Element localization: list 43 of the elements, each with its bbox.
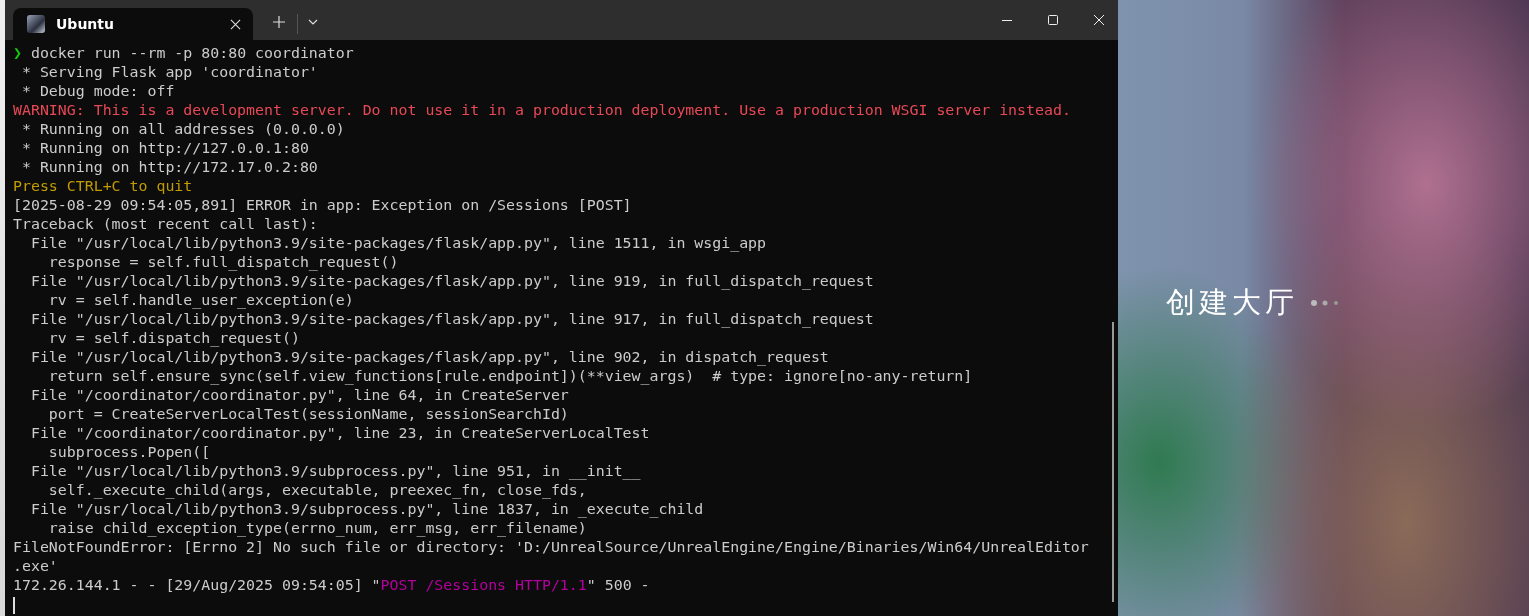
terminal-text: Press CTRL+C to quit: [13, 177, 193, 195]
status-text: 创建大厅: [1166, 284, 1298, 321]
text-cursor: [13, 596, 15, 614]
scrollbar[interactable]: [1112, 322, 1114, 602]
terminal-text: response = self.full_dispatch_request(): [47, 253, 399, 271]
terminal-text: File "/usr/local/lib/python3.9/site-packages/flask/app.py", line 902, in dispatch_request: [29, 348, 829, 366]
terminal-text: File "/coordinator/coordinator.py", line 23, in CreateServerLocalTest: [29, 424, 650, 442]
terminal-text: * Running on http://127.0.0.1:80: [20, 139, 309, 157]
terminal-text: * Running on all addresses (0.0.0.0): [20, 120, 345, 138]
terminal-text: 172.26.144.1 - - [29/Aug/2025 09:54:05] ": [13, 576, 381, 594]
terminal-text: * Debug mode: off: [20, 82, 175, 100]
terminal-text: Traceback (most recent call last):: [13, 215, 318, 233]
close-tab-icon[interactable]: [230, 18, 241, 30]
terminal-text: subprocess.Popen([: [47, 443, 211, 461]
terminal-text: File "/coordinator/coordinator.py", line 64, in CreateServer: [29, 386, 569, 404]
loading-dots-icon: [1310, 298, 1340, 308]
terminal-text: [2025-08-29 09:54:05,891] ERROR in app: Exception on /Sessions [POST]: [13, 196, 632, 214]
terminal-text: port = CreateServerLocalTest(sessionName, sessionSearchId): [47, 405, 569, 423]
terminal-text: * Serving Flask app 'coordinator': [20, 63, 318, 81]
new-tab-icon[interactable]: [273, 16, 285, 28]
terminal-text: docker run --rm -p 80:80 coordinator: [29, 44, 354, 62]
profile-icon: [27, 15, 45, 33]
terminal-text: FileNotFoundError: [Errno 2] No such file or directory: 'D:/UnrealSource/UnrealEngine/Engine/Binaries/Win64/UnrealEditor: [13, 538, 1089, 556]
terminal-text: " 500 -: [586, 576, 650, 594]
terminal-text: raise child_exception_type(errno_num, err_msg, err_filename): [47, 519, 587, 537]
terminal-text: self._execute_child(args, executable, preexec_fn, close_fds,: [47, 481, 587, 499]
terminal-tab[interactable]: Ubuntu: [13, 8, 253, 40]
terminal-text: rv = self.dispatch_request(): [47, 329, 300, 347]
terminal-text: POST /Sessions HTTP/1.1: [380, 576, 587, 594]
terminal-text: File "/usr/local/lib/python3.9/subprocess.py", line 951, in __init__: [29, 462, 641, 480]
terminal-text: .exe': [13, 557, 58, 575]
maximize-icon[interactable]: [1047, 14, 1059, 26]
close-icon[interactable]: [1093, 14, 1105, 26]
prompt-symbol: ❯: [13, 44, 22, 62]
chevron-down-icon[interactable]: [308, 19, 318, 25]
terminal-text: File "/usr/local/lib/python3.9/site-packages/flask/app.py", line 919, in full_dispatch_request: [29, 272, 874, 290]
terminal-text: WARNING: This is a development server. Do not use it in a production deployment. Use a production WSGI server instead.: [13, 101, 1071, 119]
terminal-text: File "/usr/local/lib/python3.9/subprocess.py", line 1837, in _execute_child: [29, 500, 704, 518]
terminal-text: File "/usr/local/lib/python3.9/site-packages/flask/app.py", line 917, in full_dispatch_request: [29, 310, 874, 328]
terminal-text: File "/usr/local/lib/python3.9/site-packages/flask/app.py", line 1511, in wsgi_app: [29, 234, 767, 252]
terminal-text: * Running on http://172.17.0.2:80: [20, 158, 318, 176]
terminal-text: rv = self.handle_user_exception(e): [47, 291, 354, 309]
terminal-text: return self.ensure_sync(self.view_functions[rule.endpoint])(**view_args) # type: ignore[no-any-return]: [47, 367, 973, 385]
